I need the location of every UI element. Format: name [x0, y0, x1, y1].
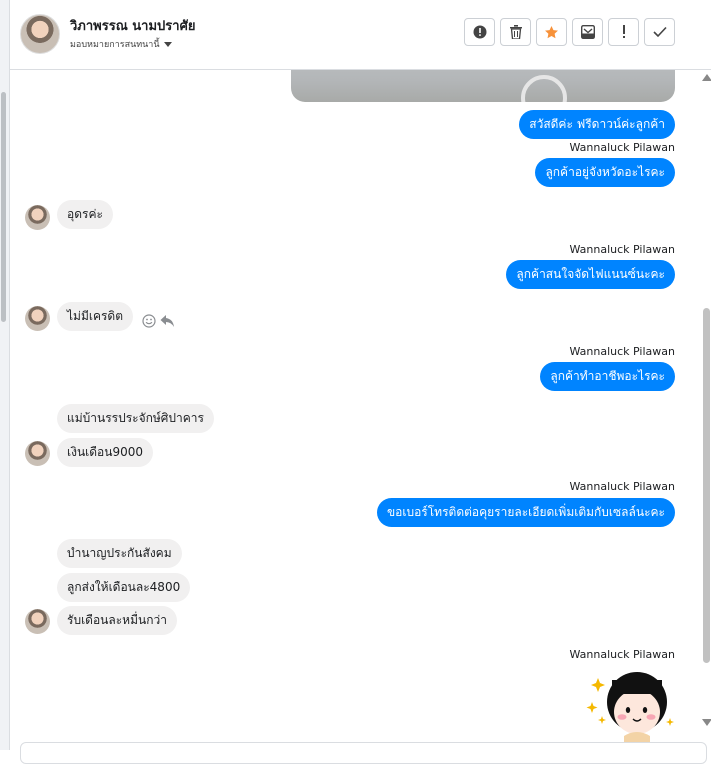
alert-icon [473, 25, 486, 39]
archive-button[interactable] [572, 18, 603, 46]
sender-name: Wannaluck Pilawan [569, 141, 676, 154]
delete-button[interactable] [500, 18, 531, 46]
contact-avatar[interactable] [20, 14, 60, 54]
contact-avatar-small[interactable] [25, 205, 50, 230]
outgoing-message[interactable]: ลูกค้าอยู่จังหวัดอะไรคะ [535, 158, 675, 187]
assign-conversation-dropdown[interactable]: มอบหมายการสนทนานี้ [70, 37, 172, 51]
sender-name: Wannaluck Pilawan [569, 648, 676, 661]
star-icon [545, 25, 558, 38]
left-scrollbar-thumb[interactable] [1, 92, 6, 322]
incoming-message[interactable]: ลูกส่งให้เดือนละ4800 [57, 573, 191, 602]
scroll-up-arrow-icon[interactable] [702, 74, 711, 81]
incoming-message[interactable]: เงินเดือน9000 [57, 438, 154, 467]
message-actions [142, 314, 175, 328]
archive-icon [580, 25, 595, 39]
message-thread[interactable]: สวัสดีค่ะ ฟรีดาวน์ค่ะลูกค้า Wannaluck Pi… [10, 70, 699, 742]
header-toolbar [464, 18, 675, 46]
caret-down-icon [163, 41, 172, 47]
contact-avatar-small[interactable] [25, 306, 50, 331]
outgoing-message[interactable]: ลูกค้าสนใจจัดไฟแนนซ์นะคะ [506, 260, 675, 289]
react-emoji-icon[interactable] [142, 314, 156, 328]
image-attachment[interactable] [291, 70, 675, 102]
sender-name: Wannaluck Pilawan [569, 480, 676, 493]
contact-name[interactable]: วิภาพรรณ นามปราศัย [70, 15, 195, 36]
thread-scrollbar-thumb[interactable] [703, 308, 710, 663]
sender-name: Wannaluck Pilawan [569, 345, 676, 358]
exclamation-icon [622, 25, 625, 38]
sticker-girl-image[interactable] [580, 666, 675, 742]
outgoing-message[interactable]: ลูกค้าทำอาชีพอะไรคะ [540, 362, 675, 391]
check-icon [652, 26, 667, 38]
incoming-message[interactable]: ไม่มีเครดิต [57, 302, 134, 331]
report-button[interactable] [464, 18, 495, 46]
mark-important-button[interactable] [608, 18, 639, 46]
message-composer[interactable] [20, 742, 707, 764]
mark-done-button[interactable] [644, 18, 675, 46]
incoming-message[interactable]: บำนาญประกันสังคม [57, 539, 182, 568]
conversation-header: วิภาพรรณ นามปราศัย มอบหมายการสนทนานี้ [10, 0, 711, 70]
sender-name: Wannaluck Pilawan [569, 243, 676, 256]
car-wheel-image [521, 75, 567, 102]
outgoing-message[interactable]: สวัสดีค่ะ ฟรีดาวน์ค่ะลูกค้า [519, 110, 675, 139]
thread-scrollbar[interactable] [699, 70, 711, 742]
outgoing-message[interactable]: ขอเบอร์โทรติดต่อคุยรายละเอียดเพิ่มเติมกั… [376, 498, 675, 527]
contact-avatar-small[interactable] [25, 441, 50, 466]
incoming-message[interactable]: รับเดือนละหมื่นกว่า [57, 606, 177, 635]
assign-label: มอบหมายการสนทนานี้ [70, 40, 160, 50]
left-scrollbar[interactable] [0, 0, 10, 750]
incoming-message[interactable]: อุดรค่ะ [57, 200, 113, 229]
contact-avatar-small[interactable] [25, 609, 50, 634]
scroll-down-arrow-icon[interactable] [702, 719, 711, 726]
incoming-message[interactable]: แม่บ้านรรประจักษ์ศิปาคาร [57, 404, 214, 433]
star-button[interactable] [536, 18, 567, 46]
reply-icon[interactable] [160, 314, 175, 328]
trash-icon [509, 25, 522, 39]
